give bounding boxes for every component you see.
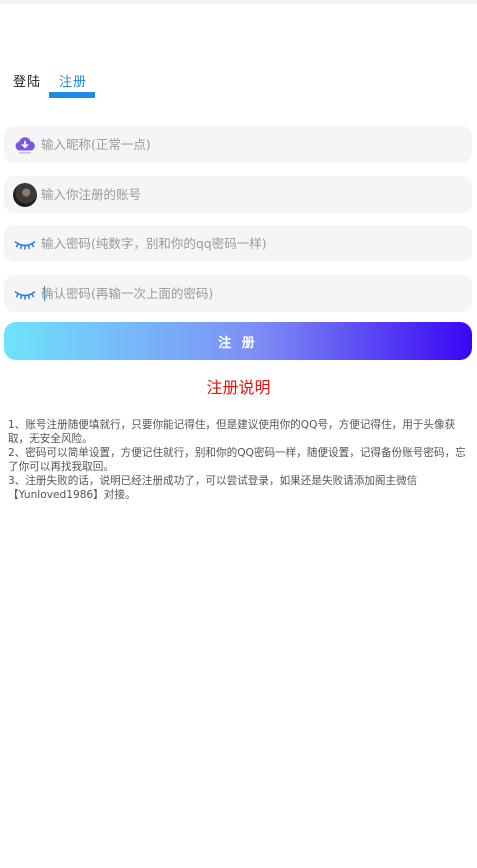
confirm-password-input[interactable] [41,275,461,312]
registration-notes: 1、账号注册随便填就行，只要你能记得住，但是建议使用你的QQ号，方便记得住，用于… [8,418,470,502]
nickname-field [4,126,472,163]
account-field [4,176,472,213]
cloud-download-icon [12,132,37,157]
notes-title: 注册说明 [206,378,271,397]
password-field [4,225,472,262]
avatar [12,182,37,207]
auth-tabs: 登陆 注册 [0,68,477,102]
account-input[interactable] [41,176,461,213]
status-bar [0,0,477,4]
closed-eye-icon[interactable] [12,281,37,306]
closed-eye-icon[interactable] [12,231,37,256]
nickname-input[interactable] [41,126,461,163]
avatar-icon [12,182,37,207]
tab-register[interactable]: 注册 [59,71,87,90]
note-item: 2、密码可以简单设置，方便记住就行，别和你的QQ密码一样，随便设置，记得备份账号… [8,447,466,473]
active-tab-indicator [49,92,95,98]
note-item: 3、注册失败的话，说明已经注册成功了，可以尝试登录，如果还是失败请添加阁主微信【… [8,475,418,501]
register-button[interactable]: 注 册 [4,322,472,360]
password-input[interactable] [41,225,461,262]
tab-login[interactable]: 登陆 [13,71,41,90]
note-item: 1、账号注册随便填就行，只要你能记得住，但是建议使用你的QQ号，方便记得住，用于… [8,419,456,445]
confirm-password-field [4,275,472,312]
